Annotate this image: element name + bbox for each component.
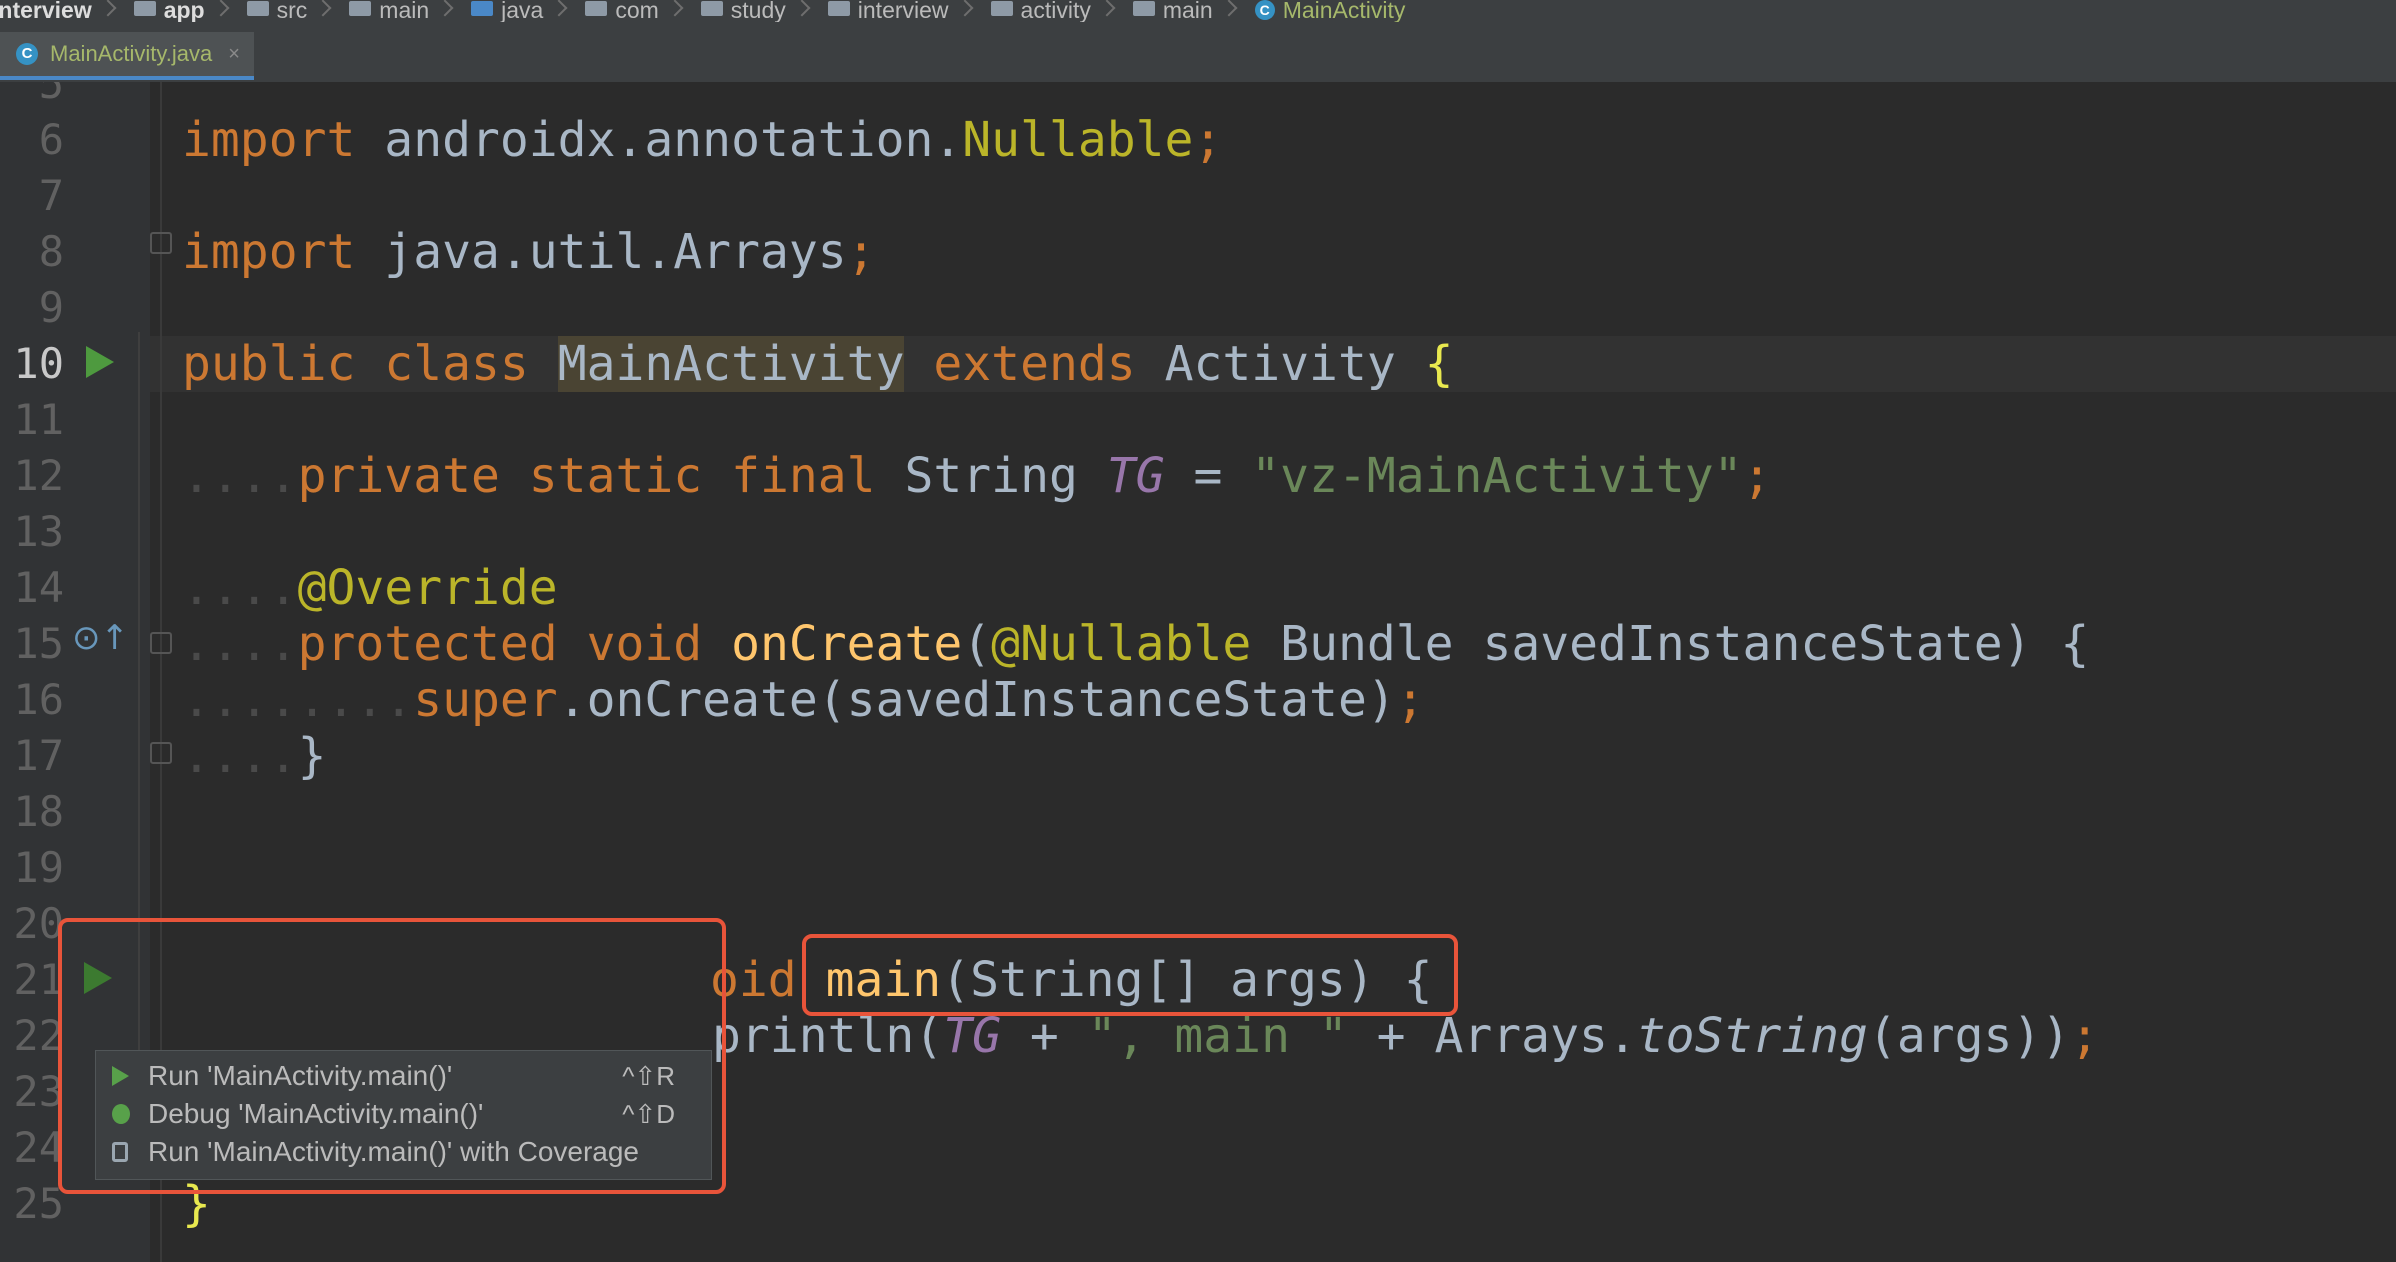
line-number: 25	[13, 1179, 64, 1228]
code-line-6: import androidx.annotation.Nullable;	[182, 112, 1223, 168]
fold-marker-icon[interactable]	[150, 742, 172, 764]
breadcrumb-label: src	[276, 0, 308, 22]
tab-mainactivity-java[interactable]: C MainActivity.java ×	[0, 32, 254, 80]
line-number: 9	[38, 283, 64, 332]
code-line-17: ....}	[182, 728, 327, 784]
chevron-right-icon	[550, 0, 568, 17]
chevron-right-icon	[1220, 0, 1238, 17]
module-folder-icon	[133, 0, 156, 16]
breadcrumb: Interview app src main java com study in…	[0, 0, 2396, 22]
fold-marker-icon[interactable]	[150, 232, 172, 254]
line-number: 18	[13, 787, 64, 836]
line-number: 12	[13, 451, 64, 500]
folder-icon	[349, 0, 372, 16]
breadcrumb-label: activity	[1020, 0, 1091, 22]
chevron-right-icon	[212, 0, 230, 17]
code-line-10: public class MainActivity extends Activi…	[182, 336, 1454, 392]
folder-icon	[246, 0, 269, 16]
breadcrumb-item-interview[interactable]: Interview	[0, 0, 128, 22]
tab-label: MainActivity.java	[50, 41, 213, 66]
breadcrumb-label: com	[615, 0, 659, 22]
fold-marker-icon[interactable]	[150, 632, 172, 654]
chevron-right-icon	[436, 0, 454, 17]
line-number: 24	[13, 1123, 64, 1172]
line-number: 6	[38, 115, 64, 164]
package-icon	[827, 0, 850, 16]
breadcrumb-item-activity[interactable]: activity	[990, 0, 1127, 22]
line-number: 20	[13, 899, 64, 948]
code-line-12: ....private static final String TG = "vz…	[182, 448, 1772, 504]
line-number: 22	[13, 1011, 64, 1060]
close-icon[interactable]: ×	[228, 43, 240, 66]
breadcrumb-item-main-pkg[interactable]: main	[1132, 0, 1249, 22]
code-line-15: ....protected void onCreate(@Nullable Bu…	[182, 616, 2090, 672]
line-number: 23	[13, 1067, 64, 1116]
breadcrumb-item-mainactivity[interactable]: C MainActivity	[1254, 0, 1406, 22]
code-line-8: import java.util.Arrays;	[182, 224, 876, 280]
chevron-right-icon	[1098, 0, 1116, 17]
source-folder-icon	[471, 0, 494, 16]
line-number: 13	[13, 507, 64, 556]
line-number: 7	[38, 171, 64, 220]
chevron-right-icon	[99, 0, 117, 17]
code-line-22: println(TG + ", main " + Arrays.toString…	[712, 1008, 2100, 1064]
breadcrumb-label: main	[1162, 0, 1213, 22]
line-number: 16	[13, 675, 64, 724]
breadcrumb-item-src[interactable]: src	[246, 0, 344, 22]
line-number: 8	[38, 227, 64, 276]
code-line-14: ....@Override	[182, 560, 558, 616]
code-line-16: ........super.onCreate(savedInstanceStat…	[182, 672, 1425, 728]
editor-tabs: C MainActivity.java ×	[0, 22, 2396, 83]
package-icon	[585, 0, 608, 16]
highlight-box-run-menu	[58, 918, 726, 1194]
line-number: 14	[13, 563, 64, 612]
breadcrumb-item-study[interactable]: study	[700, 0, 822, 22]
breadcrumb-item-main[interactable]: main	[349, 0, 465, 22]
breadcrumb-label: app	[163, 0, 205, 22]
line-number: 15	[13, 619, 64, 668]
breadcrumb-item-interview-pkg[interactable]: interview	[827, 0, 985, 22]
line-number: 11	[13, 395, 64, 444]
chevron-right-icon	[956, 0, 974, 17]
line-number: 21	[13, 955, 64, 1004]
breadcrumb-label: Interview	[0, 0, 92, 22]
breadcrumb-label: java	[501, 0, 544, 22]
class-icon: C	[1254, 0, 1275, 20]
breadcrumb-item-java[interactable]: java	[471, 0, 579, 22]
breadcrumb-label: study	[730, 0, 786, 22]
breadcrumb-item-com[interactable]: com	[585, 0, 694, 22]
package-icon	[990, 0, 1013, 16]
chevron-right-icon	[666, 0, 684, 17]
override-gutter-icon[interactable]: ⊙↑	[72, 618, 129, 658]
breadcrumb-label: MainActivity	[1282, 0, 1406, 22]
breadcrumb-label: main	[379, 0, 430, 22]
class-icon: C	[16, 43, 38, 65]
highlight-box-main-method	[802, 934, 1458, 1016]
run-gutter-icon[interactable]	[86, 346, 114, 378]
line-number: 19	[13, 843, 64, 892]
chevron-right-icon	[793, 0, 811, 17]
line-number: 17	[13, 731, 64, 780]
line-number: 10	[13, 339, 64, 388]
chevron-right-icon	[314, 0, 332, 17]
code-editor[interactable]: 5 6 7 8 9 10 11 12 13 14 15 16 17 18 19 20 21 22 23 24 25 ⊙↑…	[0, 82, 2396, 1262]
package-icon	[700, 0, 723, 16]
package-icon	[1132, 0, 1155, 16]
breadcrumb-label: interview	[857, 0, 949, 22]
line-number: 5	[38, 82, 64, 108]
breadcrumb-item-app[interactable]: app	[133, 0, 241, 22]
